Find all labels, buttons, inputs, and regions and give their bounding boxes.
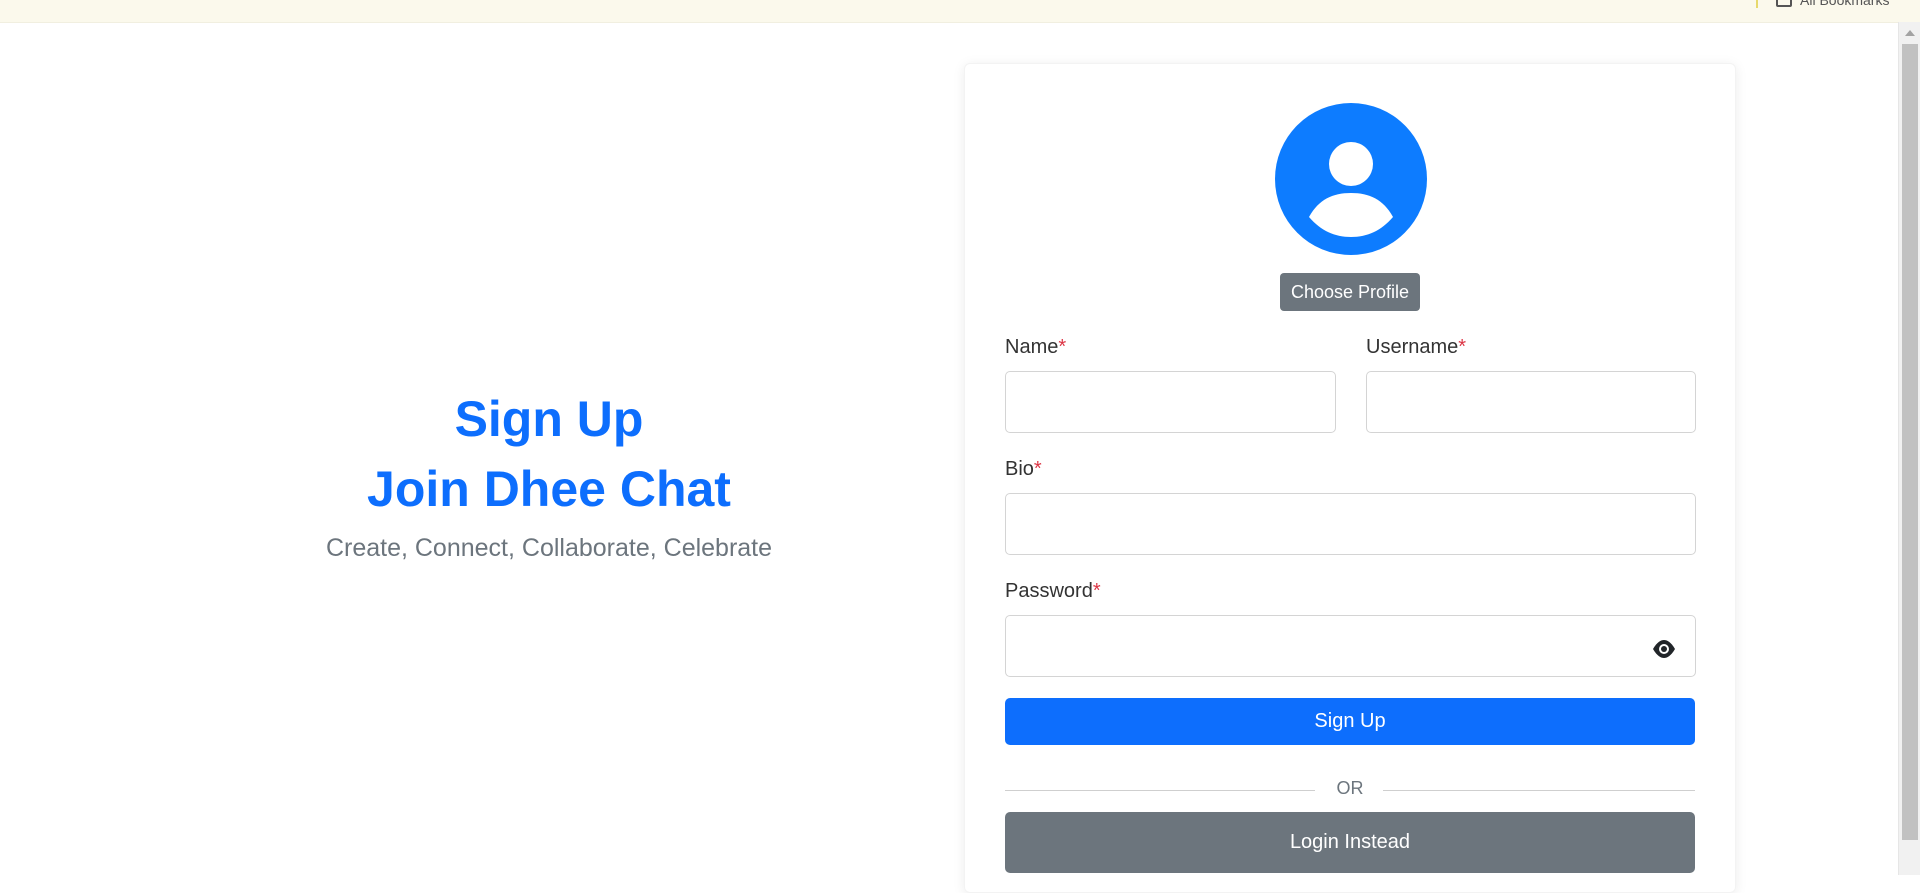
- hero-panel: Sign Up Join Dhee Chat Create, Connect, …: [0, 22, 1098, 875]
- page-title: Sign Up: [454, 391, 644, 447]
- bio-label: Bio*: [1005, 458, 1042, 481]
- page-subtitle: Join Dhee Chat: [367, 461, 731, 517]
- user-silhouette-icon[interactable]: [1275, 103, 1427, 255]
- password-label-text: Password: [1005, 580, 1093, 602]
- name-label-text: Name: [1005, 336, 1059, 358]
- folder-icon: [1776, 0, 1792, 7]
- all-bookmarks-button[interactable]: All Bookmarks: [1776, 0, 1889, 8]
- choose-profile-button[interactable]: Choose Profile: [1280, 273, 1420, 311]
- bio-label-text: Bio: [1005, 458, 1034, 480]
- name-input[interactable]: [1005, 371, 1336, 433]
- scroll-up-icon[interactable]: [1905, 30, 1915, 36]
- bookmarks-bar: All Bookmarks: [0, 0, 1920, 23]
- name-label: Name*: [1005, 336, 1066, 359]
- hero: Sign Up Join Dhee Chat Create, Connect, …: [0, 384, 1098, 563]
- password-label: Password*: [1005, 580, 1101, 603]
- avatar-graphic: [1309, 142, 1393, 237]
- login-instead-button[interactable]: Login Instead: [1005, 812, 1695, 873]
- username-label: Username*: [1366, 336, 1466, 359]
- bio-input[interactable]: [1005, 493, 1696, 555]
- tagline: Create, Connect, Collaborate, Celebrate: [325, 534, 773, 562]
- required-mark: *: [1092, 580, 1101, 602]
- or-text: OR: [1336, 778, 1364, 798]
- required-mark: *: [1458, 336, 1467, 358]
- bookmarks-separator: [1756, 0, 1758, 8]
- sign-up-button[interactable]: Sign Up: [1005, 698, 1695, 745]
- eye-icon-graphic: [1653, 640, 1675, 658]
- scrollbar-thumb[interactable]: [1902, 44, 1918, 840]
- required-mark: *: [1033, 458, 1042, 480]
- page-scrollbar[interactable]: [1898, 22, 1920, 875]
- signup-card: Choose Profile Name* Username* Bio* Pass…: [964, 63, 1736, 893]
- or-divider: OR: [1005, 778, 1695, 802]
- eye-icon[interactable]: [1651, 636, 1677, 662]
- username-input[interactable]: [1366, 371, 1696, 433]
- required-mark: *: [1058, 336, 1067, 358]
- password-input[interactable]: [1005, 615, 1696, 677]
- all-bookmarks-label: All Bookmarks: [1800, 0, 1890, 8]
- username-label-text: Username: [1366, 336, 1459, 358]
